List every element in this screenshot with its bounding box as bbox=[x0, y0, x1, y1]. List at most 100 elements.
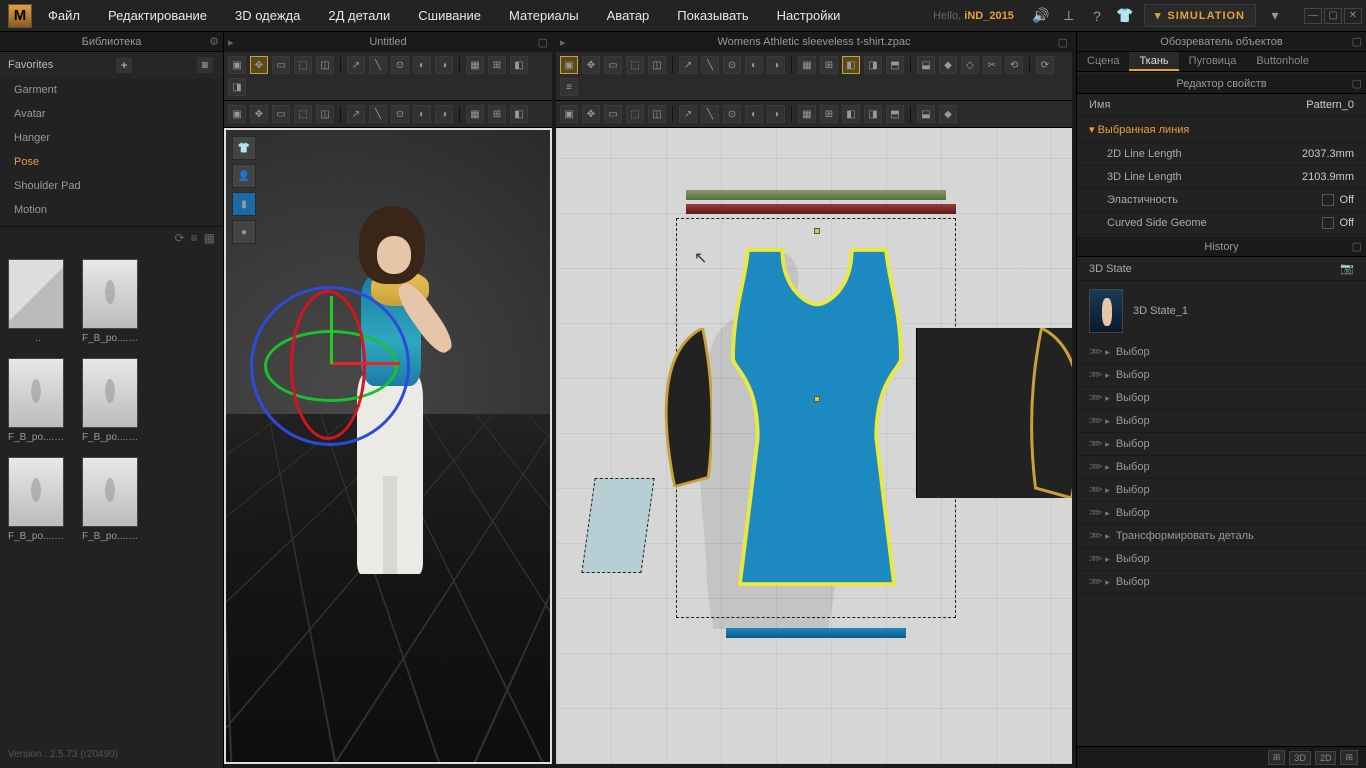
grid-view-icon[interactable]: ▦ bbox=[204, 231, 215, 245]
tool-button[interactable]: ◑ bbox=[767, 56, 785, 74]
thumbnail[interactable]: F_B_po....pos bbox=[82, 358, 142, 443]
refresh-icon[interactable]: ⟳ bbox=[175, 231, 185, 245]
thumbnail[interactable]: F_B_po....pos bbox=[82, 457, 142, 542]
tool-button[interactable]: ▣ bbox=[228, 56, 246, 74]
menu-2Д детали[interactable]: 2Д детали bbox=[328, 8, 390, 23]
history-item[interactable]: >>>▸Выбор bbox=[1077, 410, 1366, 433]
list-view-icon[interactable]: ≡ bbox=[191, 231, 198, 245]
gear-icon[interactable]: ▢ bbox=[1352, 77, 1362, 90]
tool-button[interactable]: ⊙ bbox=[391, 56, 409, 74]
tool-button[interactable]: ◨ bbox=[228, 78, 246, 96]
tool-button[interactable]: ▦ bbox=[798, 56, 816, 74]
tool-button[interactable]: ◧ bbox=[842, 105, 860, 123]
tool-button[interactable]: ▦ bbox=[466, 105, 484, 123]
history-item[interactable]: >>>▸Трансформировать деталь bbox=[1077, 525, 1366, 548]
tool-button[interactable]: ✥ bbox=[582, 105, 600, 123]
add-favorite-button[interactable]: + bbox=[116, 57, 132, 73]
tool-button[interactable]: ⊙ bbox=[723, 56, 741, 74]
tool-button[interactable]: ◐ bbox=[745, 56, 763, 74]
tool-button[interactable]: ⊞ bbox=[488, 56, 506, 74]
tool-button[interactable]: ◐ bbox=[413, 105, 431, 123]
history-item[interactable]: >>>▸Выбор bbox=[1077, 456, 1366, 479]
sync-icon[interactable]: ⟂ bbox=[1060, 7, 1078, 25]
tool-button[interactable]: ⊙ bbox=[391, 105, 409, 123]
tool-button[interactable]: ◫ bbox=[648, 56, 666, 74]
history-item[interactable]: >>>▸Выбор bbox=[1077, 433, 1366, 456]
thumbnail[interactable]: F_B_po....pos bbox=[8, 457, 68, 542]
tool-button[interactable]: ◫ bbox=[316, 105, 334, 123]
prop-row[interactable]: Curved Side GeomeOff bbox=[1077, 212, 1366, 235]
panel-toggle-icon[interactable]: ▢ bbox=[1058, 36, 1068, 49]
tool-button[interactable]: ◇ bbox=[961, 56, 979, 74]
menu-Сшивание[interactable]: Сшивание bbox=[418, 8, 481, 23]
tool-button[interactable]: ⬚ bbox=[294, 56, 312, 74]
help-icon[interactable]: ? bbox=[1088, 7, 1106, 25]
simulation-button[interactable]: ▾SIMULATION bbox=[1144, 4, 1256, 27]
menu-3D одежда[interactable]: 3D одежда bbox=[235, 8, 300, 23]
tool-button[interactable]: ╲ bbox=[369, 105, 387, 123]
menu-Материалы[interactable]: Материалы bbox=[509, 8, 579, 23]
state-item[interactable]: 3D State_1 bbox=[1077, 281, 1366, 341]
menu-Показывать[interactable]: Показывать bbox=[677, 8, 748, 23]
tool-button[interactable]: ↗ bbox=[347, 105, 365, 123]
gear-icon[interactable]: ▢ bbox=[1352, 35, 1362, 48]
tool-button[interactable]: ◑ bbox=[767, 105, 785, 123]
tool-button[interactable]: ↗ bbox=[347, 56, 365, 74]
window-maximize[interactable]: ▢ bbox=[1324, 8, 1342, 24]
history-item[interactable]: >>>▸Выбор bbox=[1077, 502, 1366, 525]
tool-button[interactable]: ◧ bbox=[842, 56, 860, 74]
prop-row[interactable]: 3D Line Length2103.9mm bbox=[1077, 166, 1366, 189]
viewport-3d[interactable]: 👕 👤 ▮ ● bbox=[224, 128, 552, 764]
history-item[interactable]: >>>▸Выбор bbox=[1077, 387, 1366, 410]
pattern-side-right[interactable] bbox=[916, 328, 1072, 498]
shirt-icon[interactable]: 👕 bbox=[1116, 7, 1134, 25]
tool-button[interactable]: ⬚ bbox=[626, 56, 644, 74]
tool-button[interactable]: ▭ bbox=[272, 105, 290, 123]
footer-button[interactable]: ⊞ bbox=[1340, 750, 1358, 765]
tool-button[interactable]: ◧ bbox=[510, 105, 528, 123]
tool-button[interactable]: ⊞ bbox=[820, 105, 838, 123]
tool-button[interactable]: ⬒ bbox=[886, 56, 904, 74]
tool-button[interactable]: ⟲ bbox=[1005, 56, 1023, 74]
lib-item-pose[interactable]: Pose bbox=[0, 150, 223, 174]
pattern-small[interactable] bbox=[581, 478, 654, 573]
menu-Аватар[interactable]: Аватар bbox=[607, 8, 650, 23]
tab-Ткань[interactable]: Ткань bbox=[1129, 52, 1178, 71]
tool-button[interactable]: ▣ bbox=[560, 56, 578, 74]
tool-button[interactable]: ▣ bbox=[228, 105, 246, 123]
tool-button[interactable]: ⬓ bbox=[917, 105, 935, 123]
history-item[interactable]: >>>▸Выбор bbox=[1077, 479, 1366, 502]
tool-button[interactable]: ✥ bbox=[250, 105, 268, 123]
thumbnail[interactable]: F_B_po....pos bbox=[82, 259, 142, 344]
skin-display-icon[interactable]: ● bbox=[232, 220, 256, 244]
history-item[interactable]: >>>▸Выбор bbox=[1077, 548, 1366, 571]
tool-button[interactable]: ▣ bbox=[560, 105, 578, 123]
tool-button[interactable]: ◆ bbox=[939, 56, 957, 74]
footer-button[interactable]: 3D bbox=[1289, 751, 1311, 765]
tool-button[interactable]: ⬒ bbox=[886, 105, 904, 123]
tool-button[interactable]: ⊞ bbox=[488, 105, 506, 123]
thumbnail[interactable]: .. bbox=[8, 259, 68, 344]
tool-button[interactable]: ≡ bbox=[560, 78, 578, 96]
gear-icon[interactable]: ⚙ bbox=[209, 35, 219, 48]
avatar-display-icon[interactable]: 👤 bbox=[232, 164, 256, 188]
tool-button[interactable]: ◫ bbox=[648, 105, 666, 123]
garment-display-icon[interactable]: 👕 bbox=[232, 136, 256, 160]
section-selected-line[interactable]: Выбранная линия bbox=[1077, 117, 1366, 143]
history-item[interactable]: >>>▸Выбор bbox=[1077, 341, 1366, 364]
lib-item-motion[interactable]: Motion bbox=[0, 198, 223, 222]
menu-Файл[interactable]: Файл bbox=[48, 8, 80, 23]
prop-row[interactable]: ЭластичностьOff bbox=[1077, 189, 1366, 212]
history-item[interactable]: >>>▸Выбор bbox=[1077, 571, 1366, 594]
lib-item-garment[interactable]: Garment bbox=[0, 78, 223, 102]
tool-button[interactable]: ◐ bbox=[745, 105, 763, 123]
sound-icon[interactable]: 🔊 bbox=[1032, 7, 1050, 25]
menu-Редактирование[interactable]: Редактирование bbox=[108, 8, 207, 23]
tool-button[interactable]: ◑ bbox=[435, 56, 453, 74]
tool-button[interactable]: ▭ bbox=[604, 56, 622, 74]
tool-button[interactable]: ⬓ bbox=[917, 56, 935, 74]
tool-button[interactable]: ◫ bbox=[316, 56, 334, 74]
gear-icon[interactable]: ▢ bbox=[1352, 240, 1362, 253]
tool-button[interactable]: ↗ bbox=[679, 105, 697, 123]
tool-button[interactable]: ✂ bbox=[983, 56, 1001, 74]
